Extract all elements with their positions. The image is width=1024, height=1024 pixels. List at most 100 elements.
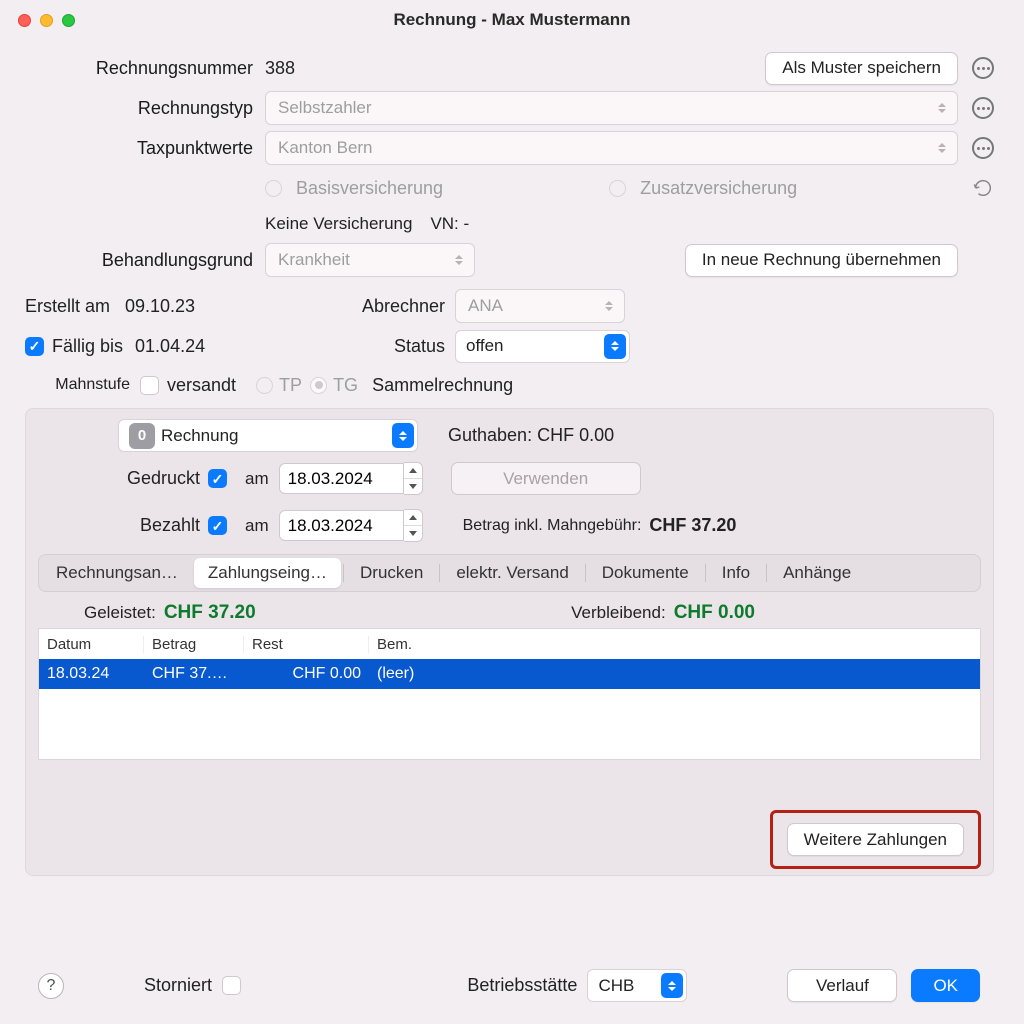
- printed-date-stepper[interactable]: [279, 462, 423, 495]
- tp-radio: [256, 377, 273, 394]
- site-label: Betriebsstätte: [467, 975, 577, 996]
- table-row[interactable]: 18.03.24 CHF 37.… CHF 0.00 (leer): [39, 659, 980, 689]
- col-note[interactable]: Bem.: [369, 636, 950, 653]
- step-down[interactable]: [404, 526, 422, 541]
- printed-label: Gedruckt: [38, 468, 208, 489]
- collect-invoice-label: Sammelrechnung: [372, 375, 513, 396]
- more-icon[interactable]: [972, 57, 994, 79]
- chevron-updown-icon: [392, 423, 414, 448]
- footer: ? Storniert Betriebsstätte CHB Verlauf O…: [0, 969, 1024, 1002]
- col-date[interactable]: Datum: [39, 636, 144, 653]
- payments-table: Datum Betrag Rest Bem. 18.03.24 CHF 37.……: [38, 628, 981, 760]
- biller-label: Abrechner: [255, 296, 455, 317]
- tabs: Rechnungsan… Zahlungseing… Drucken elekt…: [38, 554, 981, 592]
- biller-select[interactable]: ANA: [455, 289, 625, 323]
- site-value: CHB: [598, 976, 634, 996]
- am-label: am: [245, 469, 269, 489]
- window-title: Rechnung - Max Mustermann: [0, 10, 1024, 30]
- status-value: offen: [466, 336, 504, 356]
- col-rest[interactable]: Rest: [244, 636, 369, 653]
- help-icon[interactable]: ?: [38, 973, 64, 999]
- tab-invoice-addr[interactable]: Rechnungsan…: [42, 558, 192, 588]
- step-up[interactable]: [404, 463, 422, 479]
- printed-checkbox[interactable]: [208, 469, 227, 488]
- no-insurance-text: Keine Versicherung: [265, 214, 412, 234]
- step-up[interactable]: [404, 510, 422, 526]
- more-payments-button[interactable]: Weitere Zahlungen: [787, 823, 964, 856]
- amount-incl-fee-label: Betrag inkl. Mahngebühr:: [463, 517, 642, 535]
- tab-print[interactable]: Drucken: [346, 558, 437, 588]
- status-select[interactable]: offen: [455, 330, 630, 363]
- additional-insurance-label: Zusatzversicherung: [640, 178, 797, 199]
- basic-insurance-label: Basisversicherung: [296, 178, 443, 199]
- paid-date-input[interactable]: [279, 510, 404, 541]
- doc-type-select[interactable]: 0 Rechnung: [118, 419, 418, 452]
- more-icon[interactable]: [972, 137, 994, 159]
- vn-text: VN: -: [430, 214, 469, 234]
- cell-rest: CHF 0.00: [244, 665, 369, 683]
- col-amount[interactable]: Betrag: [144, 636, 244, 653]
- am-label: am: [245, 516, 269, 536]
- ok-button[interactable]: OK: [911, 969, 980, 1002]
- cancelled-label: Storniert: [144, 975, 212, 996]
- titlebar: Rechnung - Max Mustermann: [0, 0, 1024, 40]
- reason-value: Krankheit: [278, 250, 350, 270]
- more-icon[interactable]: [972, 97, 994, 119]
- highlight-box: Weitere Zahlungen: [770, 810, 981, 869]
- invoice-number: 388: [265, 58, 765, 79]
- basic-insurance-radio: [265, 180, 282, 197]
- cell-amount: CHF 37.…: [144, 665, 244, 683]
- site-select[interactable]: CHB: [587, 969, 687, 1002]
- doc-count-badge: 0: [129, 423, 155, 449]
- chevron-updown-icon: [935, 98, 949, 118]
- due-checkbox[interactable]: [25, 337, 44, 356]
- use-credit-button: Verwenden: [451, 462, 641, 495]
- invoice-type-select[interactable]: Selbstzahler: [265, 91, 958, 125]
- status-label: Status: [255, 336, 455, 357]
- step-down[interactable]: [404, 479, 422, 494]
- tg-label: TG: [333, 375, 358, 396]
- created-date: 09.10.23: [125, 296, 255, 317]
- reminder-level-label: Mahnstufe: [25, 376, 140, 394]
- due-date: 01.04.24: [135, 336, 205, 357]
- paid-summary-label: Geleistet:: [84, 603, 156, 623]
- cell-date: 18.03.24: [39, 665, 144, 683]
- tg-radio: [310, 377, 327, 394]
- history-button[interactable]: Verlauf: [787, 969, 897, 1002]
- doc-type-value: Rechnung: [161, 426, 239, 446]
- paid-summary-value: CHF 37.20: [164, 602, 256, 624]
- due-label: Fällig bis: [52, 336, 123, 357]
- reason-label: Behandlungsgrund: [25, 250, 265, 271]
- paid-date-stepper[interactable]: [279, 509, 423, 542]
- refresh-icon[interactable]: [972, 177, 994, 199]
- paid-checkbox[interactable]: [208, 516, 227, 535]
- copy-to-new-invoice-button[interactable]: In neue Rechnung übernehmen: [685, 244, 958, 277]
- reason-select[interactable]: Krankheit: [265, 243, 475, 277]
- invoice-type-label: Rechnungstyp: [25, 98, 265, 119]
- tab-info[interactable]: Info: [708, 558, 764, 588]
- chevron-updown-icon: [452, 250, 466, 270]
- taxpoint-label: Taxpunktwerte: [25, 138, 265, 159]
- sent-checkbox[interactable]: [140, 376, 159, 395]
- tab-electronic[interactable]: elektr. Versand: [442, 558, 582, 588]
- sent-label: versandt: [167, 375, 236, 396]
- printed-date-input[interactable]: [279, 463, 404, 494]
- additional-insurance-radio: [609, 180, 626, 197]
- chevron-updown-icon: [604, 334, 626, 359]
- save-as-template-button[interactable]: Als Muster speichern: [765, 52, 958, 85]
- cell-note: (leer): [369, 665, 980, 683]
- biller-value: ANA: [468, 296, 503, 316]
- remaining-label: Verbleibend:: [571, 603, 666, 623]
- taxpoint-select[interactable]: Kanton Bern: [265, 131, 958, 165]
- tab-payments[interactable]: Zahlungseing…: [194, 558, 341, 588]
- tab-attachments[interactable]: Anhänge: [769, 558, 865, 588]
- paid-label: Bezahlt: [38, 515, 208, 536]
- taxpoint-value: Kanton Bern: [278, 138, 373, 158]
- cancelled-checkbox[interactable]: [222, 976, 241, 995]
- amount-incl-fee-value: CHF 37.20: [649, 515, 736, 536]
- chevron-updown-icon: [661, 973, 683, 998]
- tab-documents[interactable]: Dokumente: [588, 558, 703, 588]
- remaining-value: CHF 0.00: [674, 602, 755, 624]
- chevron-updown-icon: [935, 138, 949, 158]
- chevron-updown-icon: [602, 296, 616, 316]
